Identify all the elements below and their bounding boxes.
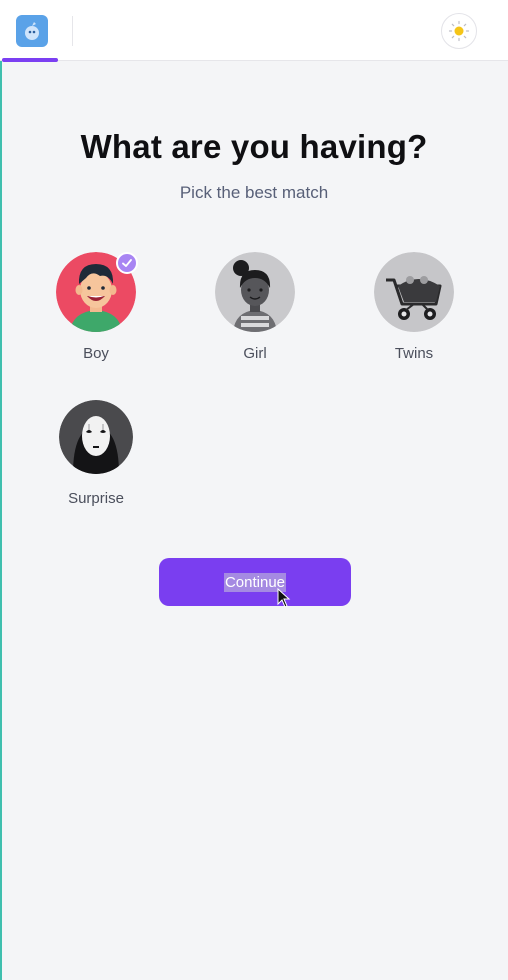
selected-check-icon (116, 252, 138, 274)
option-twins[interactable]: Twins (354, 252, 474, 362)
girl-avatar-icon (215, 252, 295, 332)
header-divider (72, 16, 73, 46)
mask-icon (59, 400, 133, 474)
sun-icon (448, 20, 470, 42)
option-girl[interactable]: Girl (195, 252, 315, 362)
stroller-icon (374, 252, 454, 332)
boy-avatar-icon (56, 252, 138, 332)
page-title: What are you having? (80, 128, 428, 165)
active-tab-indicator (2, 58, 58, 62)
option-label: Girl (243, 345, 267, 362)
option-label: Boy (83, 345, 109, 362)
page-subtitle: Pick the best match (179, 183, 329, 202)
app-logo-icon[interactable] (16, 15, 48, 47)
option-label: Surprise (68, 490, 124, 507)
theme-toggle-button[interactable] (441, 13, 477, 49)
option-label: Twins (394, 345, 434, 362)
option-surprise[interactable]: Surprise (36, 400, 156, 507)
mouse-cursor-icon (277, 588, 291, 608)
option-boy[interactable]: Boy (36, 252, 156, 362)
top-bar (0, 0, 508, 61)
continue-button[interactable]: Continue (159, 558, 351, 606)
